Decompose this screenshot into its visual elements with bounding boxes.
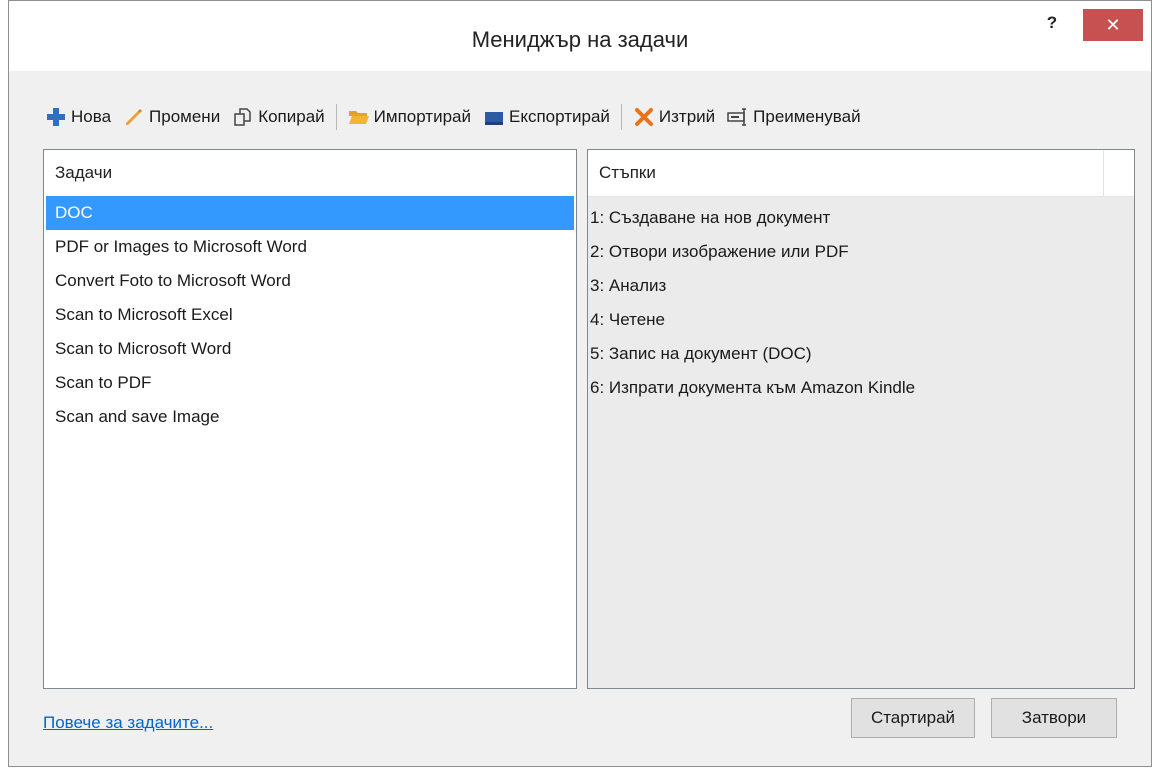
step-item[interactable]: 3: Анализ bbox=[590, 269, 1132, 303]
step-item[interactable]: 4: Четене bbox=[590, 303, 1132, 337]
toolbar-separator bbox=[620, 104, 622, 130]
task-item[interactable]: Scan to Microsoft Excel bbox=[46, 298, 574, 332]
task-item[interactable]: Scan and save Image bbox=[46, 400, 574, 434]
step-item[interactable]: 2: Отвори изображение или PDF bbox=[590, 235, 1132, 269]
toolbar: Нова Промени Копирай Импортирай Експорти… bbox=[39, 97, 867, 137]
new-task-label: Нова bbox=[71, 107, 112, 126]
rename-task-label: Преименувай bbox=[753, 107, 861, 126]
delete-x-icon bbox=[633, 106, 655, 128]
copy-icon bbox=[232, 106, 254, 128]
steps-list: 1: Създаване на нов документ 2: Отвори и… bbox=[588, 197, 1134, 405]
task-item[interactable]: Scan to PDF bbox=[46, 366, 574, 400]
import-task-label: Импортирай bbox=[373, 107, 471, 126]
copy-task-button[interactable]: Копирай bbox=[226, 102, 330, 132]
steps-panel: Стъпки 1: Създаване на нов документ 2: О… bbox=[587, 149, 1135, 689]
pencil-icon bbox=[123, 106, 145, 128]
export-task-button[interactable]: Експортирай bbox=[477, 102, 616, 132]
tasks-panel: Задачи DOC PDF or Images to Microsoft Wo… bbox=[43, 149, 577, 689]
delete-task-label: Изтрий bbox=[658, 107, 716, 126]
tasks-list: DOC PDF or Images to Microsoft Word Conv… bbox=[44, 196, 576, 434]
help-button[interactable]: ? bbox=[1041, 13, 1063, 35]
folder-icon bbox=[348, 106, 370, 128]
task-item[interactable]: Convert Foto to Microsoft Word bbox=[46, 264, 574, 298]
edit-task-button[interactable]: Промени bbox=[117, 102, 226, 132]
rename-icon bbox=[727, 106, 749, 128]
column-divider bbox=[1103, 150, 1104, 196]
export-task-label: Експортирай bbox=[509, 107, 610, 126]
tasks-header: Задачи bbox=[55, 163, 113, 182]
plus-icon bbox=[45, 106, 67, 128]
rename-task-button[interactable]: Преименувай bbox=[721, 102, 866, 132]
new-task-button[interactable]: Нова bbox=[39, 102, 117, 132]
copy-task-label: Копирай bbox=[258, 107, 325, 126]
window-title: Мениджър на задачи bbox=[471, 27, 689, 52]
step-item[interactable]: 6: Изпрати документа към Amazon Kindle bbox=[590, 371, 1132, 405]
close-button[interactable]: Затвори bbox=[991, 698, 1117, 738]
task-manager-window: Мениджър на задачи ? ✕ Нова Промени Копи… bbox=[8, 0, 1152, 767]
task-item[interactable]: PDF or Images to Microsoft Word bbox=[46, 230, 574, 264]
title-bar: Мениджър на задачи ? ✕ bbox=[9, 1, 1151, 71]
close-icon: ✕ bbox=[1105, 14, 1121, 35]
step-item[interactable]: 1: Създаване на нов документ bbox=[590, 201, 1132, 235]
toolbar-separator bbox=[335, 104, 337, 130]
close-window-button[interactable]: ✕ bbox=[1083, 9, 1143, 41]
steps-header: Стъпки bbox=[588, 150, 1134, 197]
drive-icon bbox=[483, 106, 505, 128]
delete-task-button[interactable]: Изтрий bbox=[627, 102, 721, 132]
step-item[interactable]: 5: Запис на документ (DOC) bbox=[590, 337, 1132, 371]
start-button[interactable]: Стартирай bbox=[851, 698, 975, 738]
steps-header-label: Стъпки bbox=[599, 163, 656, 182]
task-item[interactable]: Scan to Microsoft Word bbox=[46, 332, 574, 366]
more-about-tasks-link[interactable]: Повече за задачите... bbox=[43, 713, 213, 733]
edit-task-label: Промени bbox=[149, 107, 221, 126]
task-item[interactable]: DOC bbox=[46, 196, 574, 230]
import-task-button[interactable]: Импортирай bbox=[342, 102, 477, 132]
